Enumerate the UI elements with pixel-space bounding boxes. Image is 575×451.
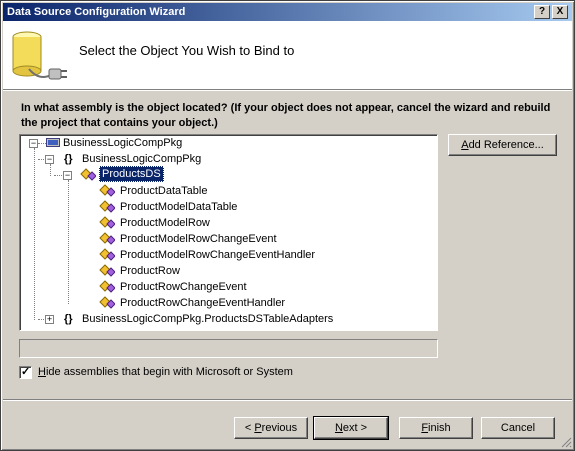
tree-node-label: ProductRow: [120, 265, 180, 277]
collapse-icon[interactable]: −: [29, 139, 38, 148]
tree-node-class[interactable]: ProductRow: [20, 263, 420, 279]
tree-node-assembly[interactable]: − BusinessLogicCompPkg: [20, 135, 420, 151]
header-panel: Select the Object You Wish to Bind to: [3, 21, 572, 90]
class-icon: [99, 248, 115, 261]
wizard-window: Data Source Configuration Wizard ? X Sel…: [0, 0, 575, 451]
class-icon: [99, 264, 115, 277]
previous-button[interactable]: < Previous: [234, 417, 308, 439]
button-label: dd Reference...: [468, 139, 544, 151]
description-panel: [19, 339, 438, 358]
tree-node-label: ProductDataTable: [120, 185, 208, 197]
tree-node-class-selected[interactable]: − ProductsDS: [20, 166, 420, 183]
tree-node-label: ProductModelRowChangeEvent: [120, 233, 277, 245]
class-icon: [99, 184, 115, 197]
tree-node-label: BusinessLogicCompPkg: [82, 153, 202, 165]
button-accel: N: [334, 422, 343, 434]
tree-node-class[interactable]: ProductModelRowChangeEventHandler: [20, 247, 420, 263]
class-icon: [99, 232, 115, 245]
tree-node-class[interactable]: ProductRowChangeEvent: [20, 279, 420, 295]
tree-node-label: BusinessLogicCompPkg.ProductsDSTableAdap…: [82, 313, 334, 325]
checkbox-label-text: ide assemblies that begin with Microsoft…: [45, 366, 293, 378]
assembly-icon: [46, 138, 60, 147]
hide-assemblies-label: Hide assemblies that begin with Microsof…: [38, 366, 293, 378]
tree-node-namespace-collapsed[interactable]: + {} BusinessLogicCompPkg.ProductsDSTabl…: [20, 311, 420, 327]
namespace-icon: {}: [64, 313, 73, 325]
expand-icon[interactable]: +: [45, 315, 54, 324]
class-icon: [99, 216, 115, 229]
class-icon: [80, 168, 96, 181]
tree-node-class[interactable]: ProductRowChangeEventHandler: [20, 295, 420, 311]
help-button[interactable]: ?: [534, 5, 550, 19]
tree-node-class[interactable]: ProductDataTable: [20, 183, 420, 199]
next-button[interactable]: Next >: [313, 416, 389, 440]
tree-node-label: ProductRowChangeEvent: [120, 281, 247, 293]
button-accel: A: [461, 139, 469, 151]
resize-grip-icon[interactable]: [560, 436, 572, 448]
window-title: Data Source Configuration Wizard: [7, 6, 186, 18]
tree-node-label: ProductModelRowChangeEventHandler: [120, 249, 316, 261]
tree-node-namespace[interactable]: − {} BusinessLogicCompPkg: [20, 151, 420, 167]
checkmark-icon: ✓: [21, 366, 31, 378]
page-title: Select the Object You Wish to Bind to: [79, 43, 295, 58]
tree-node-class[interactable]: ProductModelRow: [20, 215, 420, 231]
tree-node-class[interactable]: ProductModelRowChangeEvent: [20, 231, 420, 247]
tree-node-label: ProductsDS: [99, 166, 164, 182]
finish-button[interactable]: Finish: [399, 417, 473, 439]
tree-node-label: ProductRowChangeEventHandler: [120, 297, 286, 309]
button-prefix: <: [244, 422, 255, 434]
class-icon: [99, 200, 115, 213]
cancel-button[interactable]: Cancel: [481, 417, 555, 439]
namespace-icon: {}: [64, 153, 73, 165]
footer-divider-highlight: [3, 400, 572, 401]
assembly-tree[interactable]: − BusinessLogicCompPkg − {} BusinessLogi…: [19, 134, 438, 331]
header-divider: [3, 90, 572, 91]
checkbox-accel: H: [38, 366, 46, 378]
tree-node-label: ProductModelDataTable: [120, 201, 238, 213]
class-icon: [99, 296, 115, 309]
title-bar[interactable]: Data Source Configuration Wizard ? X: [3, 3, 572, 21]
class-icon: [99, 280, 115, 293]
button-label: inish: [428, 422, 451, 434]
hide-assemblies-checkbox[interactable]: ✓: [19, 366, 32, 379]
button-accel: P: [254, 422, 262, 434]
close-button[interactable]: X: [552, 5, 568, 19]
tree-node-label: BusinessLogicCompPkg: [63, 137, 183, 149]
collapse-icon[interactable]: −: [63, 171, 72, 180]
tree-node-class[interactable]: ProductModelDataTable: [20, 199, 420, 215]
add-reference-button[interactable]: Add Reference...: [448, 134, 557, 156]
button-label: revious: [261, 422, 298, 434]
collapse-icon[interactable]: −: [45, 155, 54, 164]
assembly-question-label: In what assembly is the object located? …: [21, 102, 551, 129]
button-label: ext >: [342, 422, 368, 434]
tree-node-label: ProductModelRow: [120, 217, 210, 229]
database-plug-icon: [12, 31, 67, 80]
